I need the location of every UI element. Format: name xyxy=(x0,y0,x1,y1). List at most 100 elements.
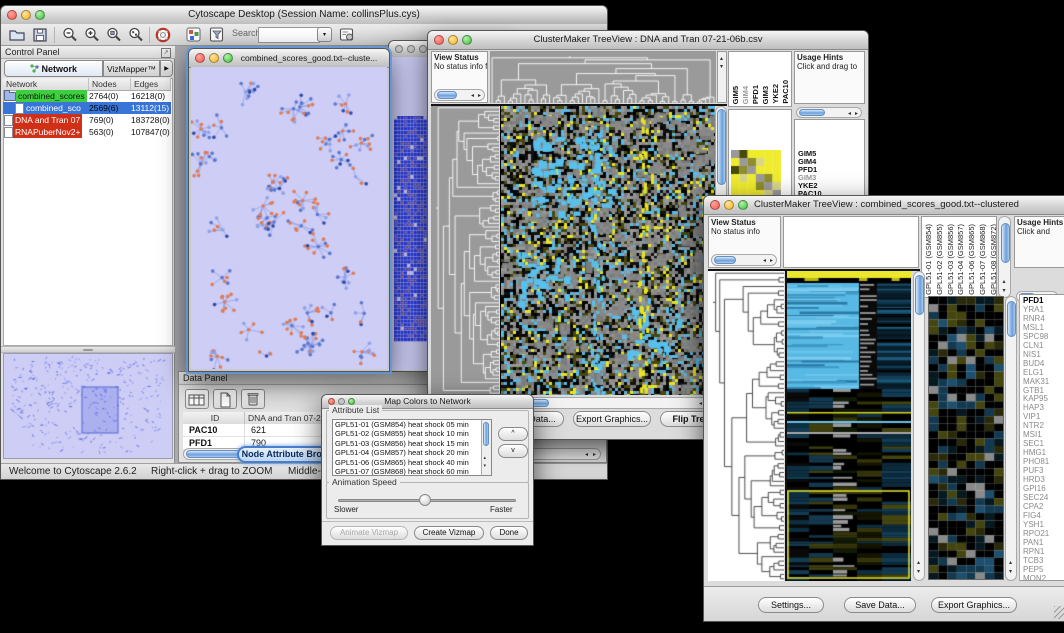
row-dendrogram-canvas[interactable] xyxy=(708,271,784,581)
scroll-right-icon[interactable]: ▸ xyxy=(593,452,596,458)
usage-hints-panel: Usage Hints Click and drag to xyxy=(794,51,865,104)
scroll-left-icon[interactable]: ◂ xyxy=(585,452,588,458)
birdseye-canvas[interactable] xyxy=(5,354,171,458)
minimize-icon[interactable] xyxy=(21,10,31,20)
zoom-fit-icon[interactable] xyxy=(127,26,145,44)
column-dendrogram-canvas[interactable] xyxy=(490,51,716,103)
network-name: combined_scores xyxy=(16,90,87,102)
zoom-in-icon[interactable] xyxy=(83,26,101,44)
network-table-row[interactable]: combined_scores2764(0)16218(0) xyxy=(3,90,171,102)
column-label: GPL51-07 (GSM868) xyxy=(979,224,987,295)
minimize-icon[interactable] xyxy=(724,200,734,210)
slider-thumb[interactable] xyxy=(419,494,431,506)
column-label: PFD1 xyxy=(752,85,759,104)
column-header-edges[interactable]: Edges xyxy=(131,78,171,90)
usage-hints-text: Click and drag to xyxy=(795,62,864,71)
attribute-list-item[interactable]: GPL51-03 (GSM856) heat shock 15 min xyxy=(333,439,491,448)
treeview1-title-bar[interactable]: ClusterMaker TreeView : DNA and Tran 07-… xyxy=(428,31,868,50)
column-label: GPL51-04 (GSM857) xyxy=(957,224,965,295)
minimize-icon[interactable] xyxy=(448,35,458,45)
network-window-title-bar[interactable]: combined_scores_good.txt--cluste... xyxy=(189,49,389,68)
save-icon[interactable] xyxy=(31,26,49,44)
attribute-list-item[interactable]: GPL51-04 (GSM857) heat shock 20 min xyxy=(333,448,491,457)
export-graphics-button[interactable]: Export Graphics... xyxy=(573,411,651,427)
treeview2-title-bar[interactable]: ClusterMaker TreeView : combined_scores_… xyxy=(704,196,1064,215)
annotation-icon[interactable] xyxy=(338,26,356,44)
tab-vizmapper[interactable]: VizMapper™ xyxy=(103,60,160,77)
close-icon[interactable] xyxy=(328,398,335,405)
zoom-heatmap-canvas[interactable] xyxy=(928,296,1004,580)
column-labels-scrollbar[interactable]: ▴▾ xyxy=(998,216,1011,298)
attribute-list-item[interactable]: GPL51-06 (GSM865) heat shock 40 min xyxy=(333,458,491,467)
heatmap-vertical-scrollbar[interactable]: ▴▾ xyxy=(913,271,925,581)
move-up-button[interactable]: ^ xyxy=(498,427,528,441)
attribute-list-scrollbar[interactable]: ▴ ▾ xyxy=(481,420,491,475)
zoom-window-icon[interactable] xyxy=(419,45,427,53)
animate-vizmap-button[interactable]: Animate Vizmap xyxy=(330,526,408,540)
zoom-window-icon[interactable] xyxy=(738,200,748,210)
zoom-selected-icon[interactable] xyxy=(105,26,123,44)
zoom-window-icon[interactable] xyxy=(348,398,355,405)
save-data-button[interactable]: Save Data... xyxy=(844,597,916,613)
view-status-scrollbar[interactable]: ◂▸ xyxy=(434,89,485,101)
float-panel-icon[interactable]: ↗ xyxy=(161,48,171,58)
heatmap-canvas[interactable] xyxy=(785,271,911,581)
gene-list-scrollbar[interactable]: ▴▾ xyxy=(1005,296,1017,581)
vizmapper-icon[interactable] xyxy=(185,26,203,44)
attribute-list-item[interactable]: GPL51-01 (GSM854) heat shock 05 min xyxy=(333,420,491,429)
close-icon[interactable] xyxy=(434,35,444,45)
attribute-list-item[interactable]: GPL51-07 (GSM868) heat shock 60 min xyxy=(333,467,491,476)
view-status-text: No status info xyxy=(709,227,780,236)
move-down-button[interactable]: v xyxy=(498,444,528,458)
view-status-text: No status info for xyxy=(432,62,487,71)
summary-heatmap-canvas[interactable] xyxy=(731,150,781,198)
main-title-bar[interactable]: Cytoscape Desktop (Session Name: collins… xyxy=(1,6,607,25)
open-folder-icon[interactable] xyxy=(8,26,26,44)
usage-hints-scrollbar[interactable]: ◂▸ xyxy=(796,107,862,118)
attribute-list-item[interactable]: GPL51-02 (GSM855) heat shock 10 min xyxy=(333,429,491,438)
export-graphics-button[interactable]: Export Graphics... xyxy=(931,597,1017,613)
close-icon[interactable] xyxy=(7,10,17,20)
zoom-window-icon[interactable] xyxy=(462,35,472,45)
treeview1-title: ClusterMaker TreeView : DNA and Tran 07-… xyxy=(428,31,868,49)
resize-grip[interactable] xyxy=(1054,606,1064,619)
network-graph-canvas[interactable] xyxy=(191,67,387,369)
node-id: PAC10 xyxy=(183,424,245,436)
search-input[interactable] xyxy=(258,27,320,43)
column-header-id[interactable]: ID xyxy=(183,412,245,424)
filter-icon[interactable] xyxy=(208,26,226,44)
more-tabs-button[interactable]: ▶ xyxy=(160,60,173,77)
minimize-icon[interactable] xyxy=(209,53,219,63)
network-table-row[interactable]: combined_sco2569(6)13112(15) xyxy=(3,102,171,114)
network-table-row[interactable]: RNAPuberNov2+563(0)107847(0) xyxy=(3,126,171,138)
table-icon[interactable] xyxy=(185,389,209,409)
panel-splitter[interactable] xyxy=(1,346,175,353)
done-button[interactable]: Done xyxy=(490,526,528,540)
column-header-nodes[interactable]: Nodes xyxy=(89,78,131,90)
close-icon[interactable] xyxy=(195,53,205,63)
zoom-window-icon[interactable] xyxy=(35,10,45,20)
minimize-icon[interactable] xyxy=(407,45,415,53)
search-dropdown-icon[interactable]: ▾ xyxy=(317,27,332,42)
column-header-network[interactable]: Network xyxy=(3,78,89,90)
new-document-icon[interactable] xyxy=(213,389,237,409)
create-vizmap-button[interactable]: Create Vizmap xyxy=(414,526,484,540)
minimize-icon[interactable] xyxy=(338,398,345,405)
row-dendrogram-canvas[interactable] xyxy=(431,106,499,395)
help-icon[interactable] xyxy=(154,26,172,44)
matrix-network-canvas[interactable] xyxy=(394,116,430,346)
trash-icon[interactable] xyxy=(241,389,265,409)
treeview2-window: ClusterMaker TreeView : combined_scores_… xyxy=(703,195,1064,622)
network-table-row[interactable]: DNA and Tran 07769(0)183728(0) xyxy=(3,114,171,126)
settings-button[interactable]: Settings... xyxy=(758,597,824,613)
column-labels-panel: GPL51-01 (GSM854)GPL51-02 (GSM855)GPL51-… xyxy=(921,216,997,298)
heatmap-canvas[interactable] xyxy=(500,106,715,395)
dendrogram-scroll-strip[interactable]: ▴▾ xyxy=(717,51,727,103)
tab-network[interactable]: Network xyxy=(4,60,103,77)
network-overview-panel[interactable] xyxy=(3,353,173,459)
close-icon[interactable] xyxy=(395,45,403,53)
zoom-window-icon[interactable] xyxy=(223,53,233,63)
close-icon[interactable] xyxy=(710,200,720,210)
view-status-scrollbar[interactable]: ◂▸ xyxy=(711,254,777,266)
zoom-out-icon[interactable] xyxy=(61,26,79,44)
